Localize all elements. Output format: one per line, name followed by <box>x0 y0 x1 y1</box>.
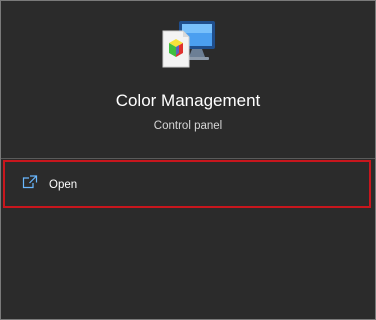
search-preview-panel: Color Management Control panel Open <box>0 0 376 320</box>
app-subtitle: Control panel <box>153 120 223 132</box>
color-management-icon <box>159 19 219 69</box>
open-button[interactable]: Open <box>3 160 371 208</box>
open-icon <box>22 175 38 189</box>
open-label: Open <box>49 179 78 191</box>
app-title: Color Management <box>115 91 261 110</box>
divider <box>1 158 375 159</box>
